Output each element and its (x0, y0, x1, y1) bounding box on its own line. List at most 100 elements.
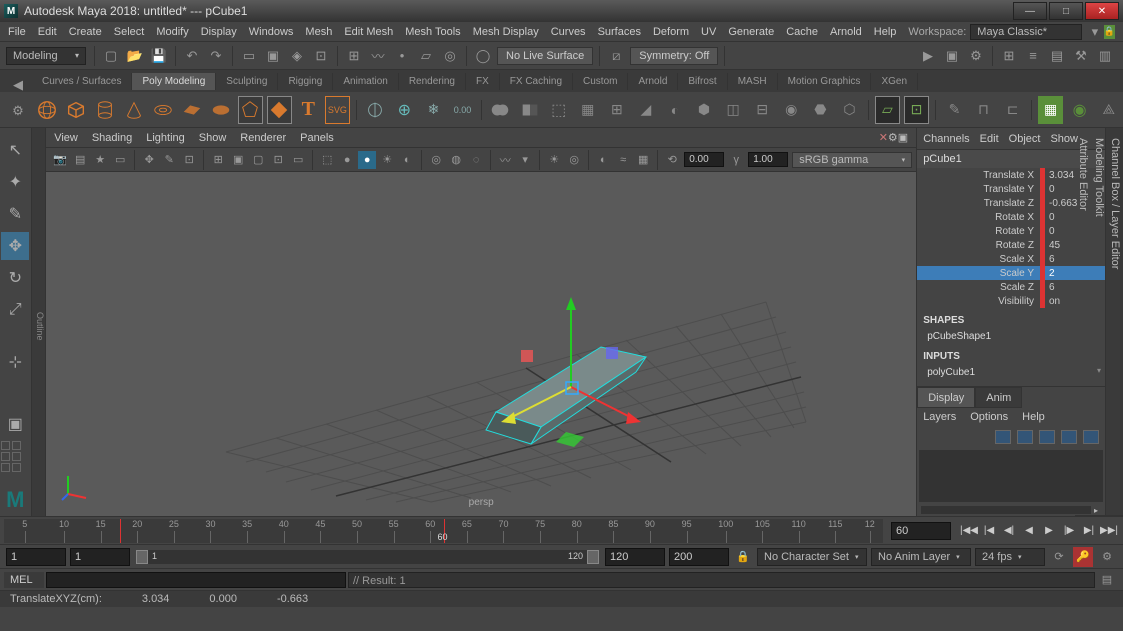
layer-tab-anim[interactable]: Anim (975, 387, 1022, 408)
ipr-icon[interactable]: ▣ (941, 45, 963, 67)
menu-item[interactable]: Deform (653, 26, 689, 38)
layout-option-icon[interactable] (1, 452, 10, 461)
shelf-tab[interactable]: Custom (573, 73, 628, 90)
range-handle-end[interactable] (587, 550, 599, 564)
shelf-arrow-icon[interactable]: ◀ (7, 74, 29, 96)
cb-menu-item[interactable]: Channels (923, 133, 969, 145)
range-start-outer[interactable]: 1 (6, 548, 66, 566)
range-slider[interactable]: 1 120 (136, 550, 599, 564)
character-set-selector[interactable]: No Character Set▾ (757, 548, 867, 566)
menu-item[interactable]: Mesh (305, 26, 332, 38)
cb-menu-item[interactable]: Edit (980, 133, 999, 145)
collapse-icon[interactable]: ⬢ (692, 96, 717, 124)
layout-option-icon[interactable] (12, 452, 21, 461)
redo-icon[interactable]: ↷ (205, 45, 227, 67)
step-back-icon[interactable]: ◀| (1000, 522, 1018, 540)
connect-icon[interactable]: ◫ (721, 96, 746, 124)
tab-attribute-editor[interactable]: Attribute Editor (1075, 132, 1091, 516)
layer-scrollbar[interactable] (921, 506, 1091, 514)
poly-platonics-icon[interactable] (238, 96, 263, 124)
crease-icon[interactable]: ⟁ (1096, 96, 1121, 124)
minimize-button[interactable]: — (1013, 2, 1047, 20)
open-scene-icon[interactable]: 📂 (124, 45, 146, 67)
detach-icon[interactable]: ⊟ (750, 96, 775, 124)
scale-tool-icon[interactable]: ⤢ (1, 296, 29, 324)
workspace-selector[interactable]: Maya Classic* (970, 24, 1082, 40)
workspace-menu-icon[interactable]: ▾ (1087, 21, 1103, 43)
shelf-tab[interactable]: MASH (728, 73, 778, 90)
exposure-reset-icon[interactable]: ⟲ (663, 151, 681, 169)
boolean-union-icon[interactable] (488, 96, 513, 124)
color-space-selector[interactable]: sRGB gamma▾ (792, 152, 912, 168)
tab-channel-box[interactable]: Channel Box / Layer Editor (1107, 132, 1123, 516)
layout-option-icon[interactable] (12, 463, 21, 472)
2d-pan-icon[interactable]: ✥ (140, 151, 158, 169)
autokey-icon[interactable]: 🔑 (1073, 547, 1093, 567)
safe-action-icon[interactable]: ⊡ (269, 151, 287, 169)
poly-cube-icon[interactable] (63, 96, 88, 124)
anim-layer-selector[interactable]: No Anim Layer▾ (871, 548, 971, 566)
layer-menu-item[interactable]: Options (970, 411, 1008, 423)
res-gate-icon[interactable]: ▢ (249, 151, 267, 169)
menu-item[interactable]: Mesh Display (473, 26, 539, 38)
gamma-reset-icon[interactable]: γ (727, 151, 745, 169)
select-hier-icon[interactable]: ▣ (262, 45, 284, 67)
paint-tool-icon[interactable]: ✎ (1, 200, 29, 228)
shelf-tab[interactable]: Bifrost (678, 73, 727, 90)
new-scene-icon[interactable]: ▢ (100, 45, 122, 67)
menu-item[interactable]: Create (69, 26, 102, 38)
camera-select-icon[interactable]: 📷 (51, 151, 69, 169)
layer-tab-display[interactable]: Display (917, 387, 975, 408)
snap-live-icon[interactable]: ◎ (439, 45, 461, 67)
prefs-icon[interactable]: ⚙ (1097, 547, 1117, 567)
safe-title-icon[interactable]: ▭ (289, 151, 307, 169)
symmetry-button[interactable]: Symmetry: Off (630, 47, 718, 65)
move-tool-icon[interactable]: ✥ (1, 232, 29, 260)
vp-menu-item[interactable]: Panels (300, 132, 334, 144)
extrude-icon[interactable]: ⬚ (546, 96, 571, 124)
cmd-language-label[interactable]: MEL (4, 572, 44, 588)
select-comp-icon[interactable]: ⊡ (310, 45, 332, 67)
bridge-icon[interactable]: ▦ (575, 96, 600, 124)
film-gate-icon[interactable]: ▣ (229, 151, 247, 169)
go-end-icon[interactable]: ▶▶| (1100, 522, 1118, 540)
step-forward-icon[interactable]: |▶ (1060, 522, 1078, 540)
cb-menu-item[interactable]: Object (1009, 133, 1041, 145)
shelf-tab[interactable]: Animation (333, 73, 398, 90)
vp-max-icon[interactable]: ▣ (898, 131, 908, 144)
poly-cylinder-icon[interactable] (92, 96, 117, 124)
vp-menu-item[interactable]: Shading (92, 132, 132, 144)
merge-icon[interactable]: ⬡ (837, 96, 862, 124)
render-settings-icon[interactable]: ⚙ (965, 45, 987, 67)
toggle-tool-icon[interactable]: ⚒ (1070, 45, 1092, 67)
layer-menu-item[interactable]: Layers (923, 411, 956, 423)
smooth-val-icon[interactable]: 0.00 (450, 96, 475, 124)
menu-item[interactable]: Arnold (830, 26, 862, 38)
close-button[interactable]: ✕ (1085, 2, 1119, 20)
shelf-tab[interactable]: Rigging (278, 73, 333, 90)
toggle-channel-icon[interactable]: ▥ (1094, 45, 1116, 67)
shelf-gear-icon[interactable]: ⚙ (7, 100, 29, 122)
menu-item[interactable]: Generate (728, 26, 774, 38)
go-start-icon[interactable]: |◀◀ (960, 522, 978, 540)
maya-home-icon[interactable]: M (1, 486, 29, 514)
image-plane-icon[interactable]: ▭ (111, 151, 129, 169)
make-live-icon[interactable]: ◉ (1067, 96, 1092, 124)
menu-item[interactable]: Modify (156, 26, 188, 38)
vp-menu-item[interactable]: Renderer (240, 132, 286, 144)
maximize-button[interactable]: □ (1049, 2, 1083, 20)
menu-item[interactable]: Help (874, 26, 897, 38)
textured-icon[interactable]: ● (358, 151, 376, 169)
lasso-tool-icon[interactable]: ✦ (1, 168, 29, 196)
poly-type-icon[interactable]: T (296, 96, 321, 124)
vp-close-icon[interactable]: ✕ (879, 131, 888, 144)
snap-grid-icon[interactable]: ⊞ (343, 45, 365, 67)
exposure-value[interactable]: 0.00 (684, 152, 724, 167)
expand-icon[interactable]: ▾ (1097, 366, 1101, 375)
rotate-tool-icon[interactable]: ↻ (1, 264, 29, 292)
select-tool-icon[interactable]: ↖ (1, 136, 29, 164)
poly-superellipse-icon[interactable] (267, 96, 292, 124)
range-end-inner[interactable]: 120 (605, 548, 665, 566)
range-start-inner[interactable]: 1 (70, 548, 130, 566)
lock-icon[interactable]: 🔒 (1104, 25, 1115, 39)
